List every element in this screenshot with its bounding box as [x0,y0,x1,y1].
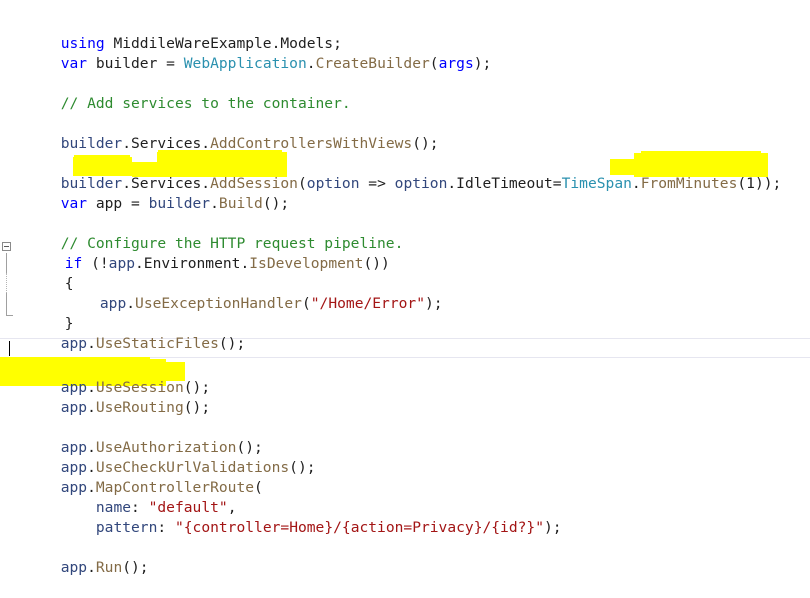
token-punct: . [126,295,136,312]
token-punct: (); [183,399,211,416]
token-plain: builder [87,55,167,72]
token-punct: ( [297,175,307,192]
token-method: Run [95,559,123,576]
token-identifier: builder [148,195,211,212]
token-operator: => [359,175,395,192]
code-line[interactable]: app.UseRouting(); [8,378,210,416]
token-punct: . [631,175,641,192]
token-string: "{controller=Home}/{action=Privacy}/{id?… [174,519,544,536]
token-punct: (); [412,135,439,152]
token-plain: app [87,195,132,212]
token-punct: ); [544,519,562,536]
fold-region-guide-lower [6,293,7,315]
code-line[interactable]: app.UseExceptionHandler("/Home/Error"); [12,274,443,312]
token-punct: (); [289,459,316,476]
token-identifier: app [60,559,88,576]
token-punct: ( [254,479,263,496]
code-line[interactable]: } [12,294,74,332]
token-punct: .Environment. [135,255,250,272]
token-parameter: option [394,175,448,192]
code-line[interactable]: app.Run(); [8,538,149,576]
token-punct: ( [301,295,311,312]
token-method: UseExceptionHandler [135,295,302,312]
token-method: UseRouting [95,399,184,416]
code-line[interactable]: builder.Services.AddSession(option => op… [8,154,782,192]
code-line[interactable]: pattern: "{controller=Home}/{action=Priv… [8,498,562,536]
token-method: FromMinutes [640,175,738,192]
token-punct: .IdleTimeout= [447,175,562,192]
code-line[interactable]: app.MapControllerRoute( [8,458,263,496]
code-line[interactable]: // Add services to the container. [8,74,351,112]
code-line[interactable]: if (!app.Environment.IsDevelopment()) [12,234,390,272]
code-editor-surface[interactable]: using MiddileWareExample.Models; var bui… [0,0,810,577]
token-punct: ()) [363,255,390,272]
token-punct: . [87,335,96,352]
token-identifier: app [60,399,88,416]
code-line[interactable]: var builder = WebApplication.CreateBuild… [8,34,492,72]
token-comment: // Add services to the container. [60,95,351,112]
token-argument-name: pattern [95,519,158,536]
token-punct: ( [737,175,747,192]
token-identifier: app [99,295,127,312]
token-punct: : [157,519,175,536]
token-keyword: var [60,55,88,72]
fold-region-guide [6,253,7,273]
token-identifier: builder [60,135,123,152]
code-line[interactable]: app.UseAuthorization(); [8,418,263,456]
code-line[interactable]: builder.Services.AddControllersWithViews… [8,114,439,152]
token-keyword: var [60,195,88,212]
token-punct: (! [82,255,109,272]
token-keyword: args [438,55,474,72]
code-text-layer[interactable]: using MiddileWareExample.Models; var bui… [0,0,810,577]
token-identifier: app [60,335,88,352]
token-type: WebApplication [183,55,307,72]
code-line[interactable]: app.UseCheckUrlValidations(); [8,438,316,476]
token-punct: ); [425,295,443,312]
token-punct: . [306,55,316,72]
token-punct: . [87,559,96,576]
token-method: AddControllersWithViews [210,135,413,152]
token-punct: )); [754,175,782,192]
token-parameter: option [306,175,360,192]
token-method: IsDevelopment [249,255,364,272]
fold-region-guide-dotted [6,273,7,293]
code-line[interactable]: { [12,254,74,292]
token-method: Build [218,195,263,212]
token-punct: ); [473,55,492,72]
fold-region-end-marker [6,315,13,316]
token-punct: . [87,399,96,416]
token-punct: .Services. [122,135,211,152]
code-line[interactable]: app.UseSession(); [8,358,210,396]
code-line[interactable]: // Configure the HTTP request pipeline. [8,214,404,252]
token-punct: (); [262,195,290,212]
token-punct: ( [429,55,439,72]
token-operator: = [166,55,175,72]
code-line[interactable]: var app = builder.Build(); [8,174,289,212]
token-operator: = [131,195,149,212]
collapse-region-toggle-icon[interactable] [2,242,11,251]
code-line[interactable]: using MiddileWareExample.Models; [8,14,342,52]
token-identifier: app [108,255,136,272]
token-type: TimeSpan [561,175,632,192]
token-punct: (); [122,559,149,576]
token-punct: (); [218,335,246,352]
code-line[interactable]: app.UseStaticFiles(); [8,314,246,352]
token-string: "/Home/Error" [310,295,425,312]
token-punct: . [210,195,219,212]
token-method: UseStaticFiles [95,335,219,352]
code-line[interactable]: name: "default", [8,478,237,516]
token-method: CreateBuilder [315,55,430,72]
token-number: 1 [746,175,755,192]
text-caret [9,341,10,356]
